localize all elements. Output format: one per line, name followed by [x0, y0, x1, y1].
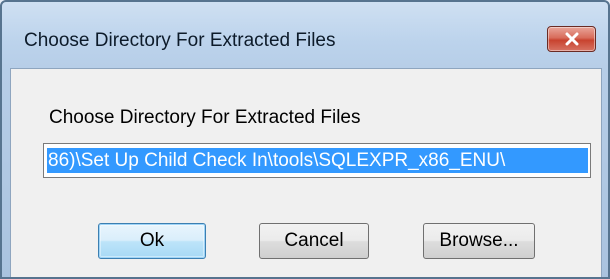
- dialog-window: Choose Directory For Extracted Files Cho…: [0, 0, 610, 279]
- selected-path-text[interactable]: 86)\Set Up Child Check In\tools\SQLEXPR_…: [47, 148, 588, 173]
- prompt-label: Choose Directory For Extracted Files: [49, 107, 361, 128]
- close-button[interactable]: [547, 26, 596, 52]
- browse-button[interactable]: Browse...: [423, 223, 535, 259]
- close-icon: [548, 27, 595, 51]
- cancel-button[interactable]: Cancel: [259, 223, 369, 259]
- directory-path-input[interactable]: 86)\Set Up Child Check In\tools\SQLEXPR_…: [43, 143, 591, 178]
- dialog-body: Choose Directory For Extracted Files 86)…: [10, 68, 602, 277]
- title-bar[interactable]: Choose Directory For Extracted Files: [2, 2, 608, 68]
- window-title: Choose Directory For Extracted Files: [24, 30, 336, 51]
- ok-button[interactable]: Ok: [98, 223, 206, 259]
